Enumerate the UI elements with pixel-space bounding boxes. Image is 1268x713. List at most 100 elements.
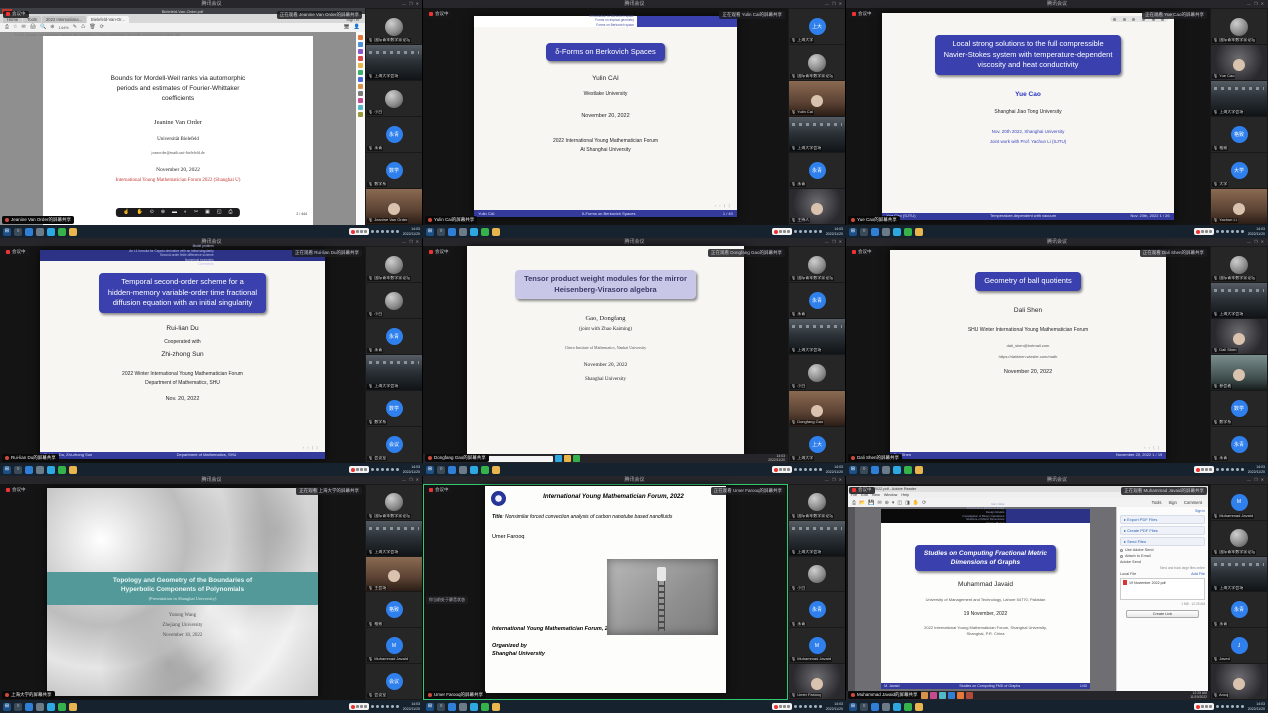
radio-option[interactable]: Attach to Email: [1120, 554, 1205, 558]
toolbar-icon[interactable]: 📂: [859, 500, 865, 506]
toolbar-icon[interactable]: ⊕: [50, 25, 54, 30]
tray-icon[interactable]: [804, 230, 807, 233]
participant-tile[interactable]: M🎙 Muhammad Javaid: [1211, 485, 1267, 520]
menu-item[interactable]: Window: [884, 493, 898, 497]
tray-icon[interactable]: [1221, 468, 1224, 471]
participant-tile[interactable]: 🎙 主会场: [366, 557, 422, 592]
panel-tab[interactable]: Sign: [1166, 500, 1178, 505]
start-button[interactable]: ⊞: [426, 228, 434, 236]
meeting-minibar[interactable]: [772, 703, 792, 710]
window-controls[interactable]: — ❐ ✕: [825, 477, 843, 482]
tray-icon[interactable]: [809, 230, 812, 233]
comment-tool-icon[interactable]: [358, 91, 363, 96]
taskbar-app-icon[interactable]: [25, 703, 33, 711]
taskbar-app-icon[interactable]: [882, 703, 890, 711]
taskbar-app-icon[interactable]: [893, 228, 901, 236]
toolbar-icon[interactable]: ✉: [877, 500, 881, 506]
tray-icon[interactable]: [1241, 705, 1244, 708]
tray-icon[interactable]: [391, 705, 394, 708]
meeting-minibar[interactable]: [349, 228, 369, 235]
tray-icon[interactable]: [804, 468, 807, 471]
taskbar-app-icon[interactable]: [459, 703, 467, 711]
participant-tile[interactable]: 数学🎙 数学系: [1211, 391, 1267, 426]
participant-tile[interactable]: 上大🎙 上海大学: [789, 9, 845, 44]
panel-tab[interactable]: Tools: [1150, 500, 1164, 505]
meeting-minibar[interactable]: [1194, 703, 1214, 710]
taskbar-app-icon[interactable]: [448, 703, 456, 711]
comment-tool-icon[interactable]: [358, 35, 363, 40]
window-controls[interactable]: — ❐ ✕: [825, 1, 843, 6]
taskbar-app-icon[interactable]: [25, 466, 33, 474]
taskbar-app-icon[interactable]: [58, 228, 66, 236]
tray-icon[interactable]: [396, 468, 399, 471]
participant-tile[interactable]: 🎙 Dongfang Gao: [789, 391, 845, 426]
participant-tile[interactable]: 格致🎙 格致: [1211, 117, 1267, 152]
tray-icon[interactable]: [381, 705, 384, 708]
comment-tool-icon[interactable]: [358, 63, 363, 68]
floating-tool-icon[interactable]: ☝: [123, 210, 129, 215]
toolbar-icon[interactable]: ⊕: [885, 500, 889, 506]
participant-tile[interactable]: 🎙 Yachun Li: [1211, 189, 1267, 224]
comment-tool-icon[interactable]: [358, 56, 363, 61]
participant-tile[interactable]: 永青🎙 永青: [366, 117, 422, 152]
tray-icon[interactable]: [804, 705, 807, 708]
toolbar-icon[interactable]: ✉: [22, 25, 26, 30]
taskbar-search-icon[interactable]: ○: [437, 703, 445, 711]
tray-icon[interactable]: [1236, 705, 1239, 708]
comment-tool-icon[interactable]: [358, 112, 363, 117]
toolbar-icon[interactable]: ⟳: [922, 500, 926, 506]
tray-icon[interactable]: [799, 230, 802, 233]
taskbar-app-icon[interactable]: [904, 466, 912, 474]
tray-icon[interactable]: [1236, 230, 1239, 233]
tray-icon[interactable]: [819, 468, 822, 471]
pdf-tab[interactable]: 2022 Internationa...: [42, 16, 86, 23]
tray-icon[interactable]: [376, 468, 379, 471]
tray-icon[interactable]: [809, 468, 812, 471]
participant-tile[interactable]: 🎙 国际青年数学家论坛: [789, 45, 845, 80]
participant-tile[interactable]: 🎙 Umer Farooq: [789, 664, 845, 699]
taskbar-app-icon[interactable]: [448, 466, 456, 474]
taskbar-app-icon[interactable]: [36, 228, 44, 236]
tray-icon[interactable]: [1231, 705, 1234, 708]
taskbar-app-icon[interactable]: [47, 703, 55, 711]
participant-tile[interactable]: 🎙 国际青年数学家论坛: [366, 485, 422, 520]
participant-tile[interactable]: 🎙 小白: [366, 81, 422, 116]
floating-tool-icon[interactable]: ⊙: [150, 210, 154, 215]
window-controls[interactable]: — ❐ ✕: [402, 1, 420, 6]
start-button[interactable]: ⊞: [3, 466, 11, 474]
taskbar-app-icon[interactable]: [69, 466, 77, 474]
start-button[interactable]: ⊞: [426, 466, 434, 474]
taskbar-app-icon[interactable]: [966, 692, 973, 699]
toolbar-icon[interactable]: ⎙: [5, 25, 9, 30]
participant-tile[interactable]: 🎙 Yulin Cai: [789, 81, 845, 116]
toolbar-icon[interactable]: 🗑: [89, 25, 95, 30]
comment-tool-icon[interactable]: [358, 84, 363, 89]
participant-tile[interactable]: 会议🎙 会议室: [366, 664, 422, 699]
tools-section[interactable]: ▸ Export PDF Files: [1120, 515, 1205, 524]
menu-item[interactable]: View: [872, 493, 880, 497]
taskbar-search-icon[interactable]: ○: [14, 466, 22, 474]
taskbar-app-icon[interactable]: [58, 466, 66, 474]
taskbar-app-icon[interactable]: [481, 703, 489, 711]
floating-tool-icon[interactable]: ◐: [184, 210, 187, 215]
start-button[interactable]: ⊞: [849, 228, 857, 236]
tray-icon[interactable]: [386, 705, 389, 708]
taskbar-app-icon[interactable]: [470, 703, 478, 711]
tray-icon[interactable]: [371, 230, 374, 233]
thumbnail-strip[interactable]: [848, 507, 855, 691]
participant-tile[interactable]: 🎙 主持人: [789, 189, 845, 224]
tray-icon[interactable]: [391, 230, 394, 233]
tray-icon[interactable]: [1231, 230, 1234, 233]
taskbar-app-icon[interactable]: [564, 455, 571, 462]
participant-tile[interactable]: 🎙 国际青年数学家论坛: [789, 485, 845, 520]
participant-tile[interactable]: 🎙 上海大学会场: [366, 521, 422, 556]
comment-tool-icon[interactable]: [358, 70, 363, 75]
tray-icon[interactable]: [381, 230, 384, 233]
toolbar-icon[interactable]: 🔍: [40, 25, 46, 30]
participant-tile[interactable]: 🎙 国际青年数学家论坛: [366, 247, 422, 282]
start-button[interactable]: ⊞: [3, 703, 11, 711]
panel-tab[interactable]: Comment: [1182, 500, 1204, 505]
tray-icon[interactable]: [814, 705, 817, 708]
taskbar-app-icon[interactable]: [470, 466, 478, 474]
floating-tool-icon[interactable]: ◱: [217, 210, 222, 215]
